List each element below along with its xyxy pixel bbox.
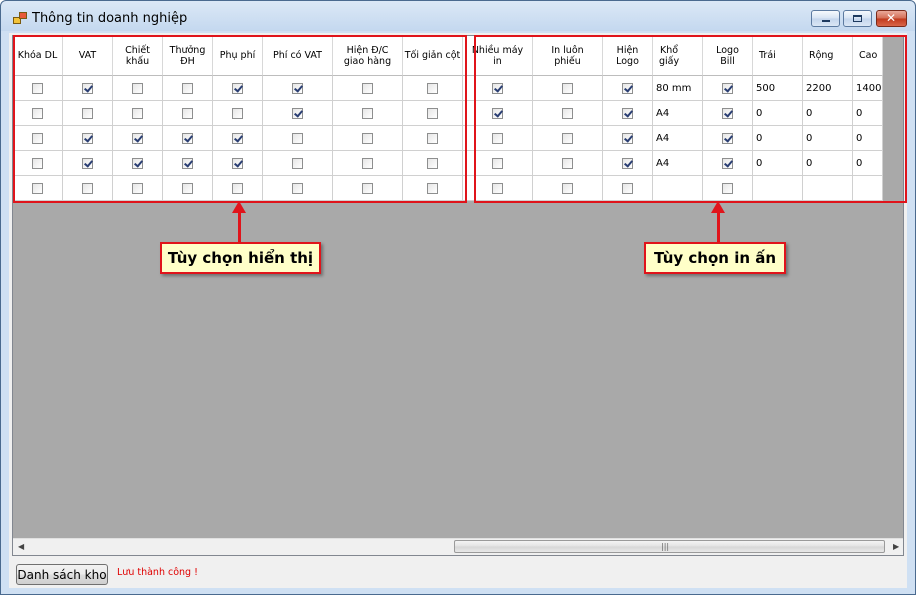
window-title: Thông tin doanh nghiệp: [32, 11, 188, 26]
print-options-callout: Tùy chọn in ấn: [644, 242, 786, 274]
maximize-button[interactable]: [843, 10, 872, 27]
print-options-highlight: [474, 35, 907, 203]
warehouse-list-button[interactable]: Danh sách kho: [16, 564, 108, 585]
minimize-icon: [822, 20, 830, 22]
horizontal-scrollbar[interactable]: ◀ ||| ▶: [13, 538, 903, 555]
grip-icon: |||: [661, 542, 670, 551]
close-icon: ✕: [886, 11, 897, 25]
client-area: ◀ ||| ▶ Khóa DL VAT Chiết khấu Thưởng ĐH Phụ…: [9, 33, 907, 588]
display-options-callout: Tùy chọn hiển thị: [160, 242, 321, 274]
app-icon: [13, 12, 27, 24]
display-arrow: [238, 211, 241, 243]
minimize-button[interactable]: [811, 10, 840, 27]
status-message: Lưu thành công !: [117, 567, 198, 578]
display-options-highlight: [13, 35, 467, 203]
scroll-left-icon[interactable]: ◀: [18, 542, 24, 551]
scroll-right-icon[interactable]: ▶: [893, 542, 899, 551]
title-bar[interactable]: Thông tin doanh nghiệp ✕: [1, 1, 915, 33]
print-arrow: [717, 211, 720, 243]
main-window: Thông tin doanh nghiệp ✕ ◀ ||| ▶ Khóa DL…: [0, 0, 916, 595]
maximize-icon: [853, 15, 862, 22]
scroll-thumb[interactable]: |||: [454, 540, 885, 553]
close-button[interactable]: ✕: [876, 10, 907, 27]
